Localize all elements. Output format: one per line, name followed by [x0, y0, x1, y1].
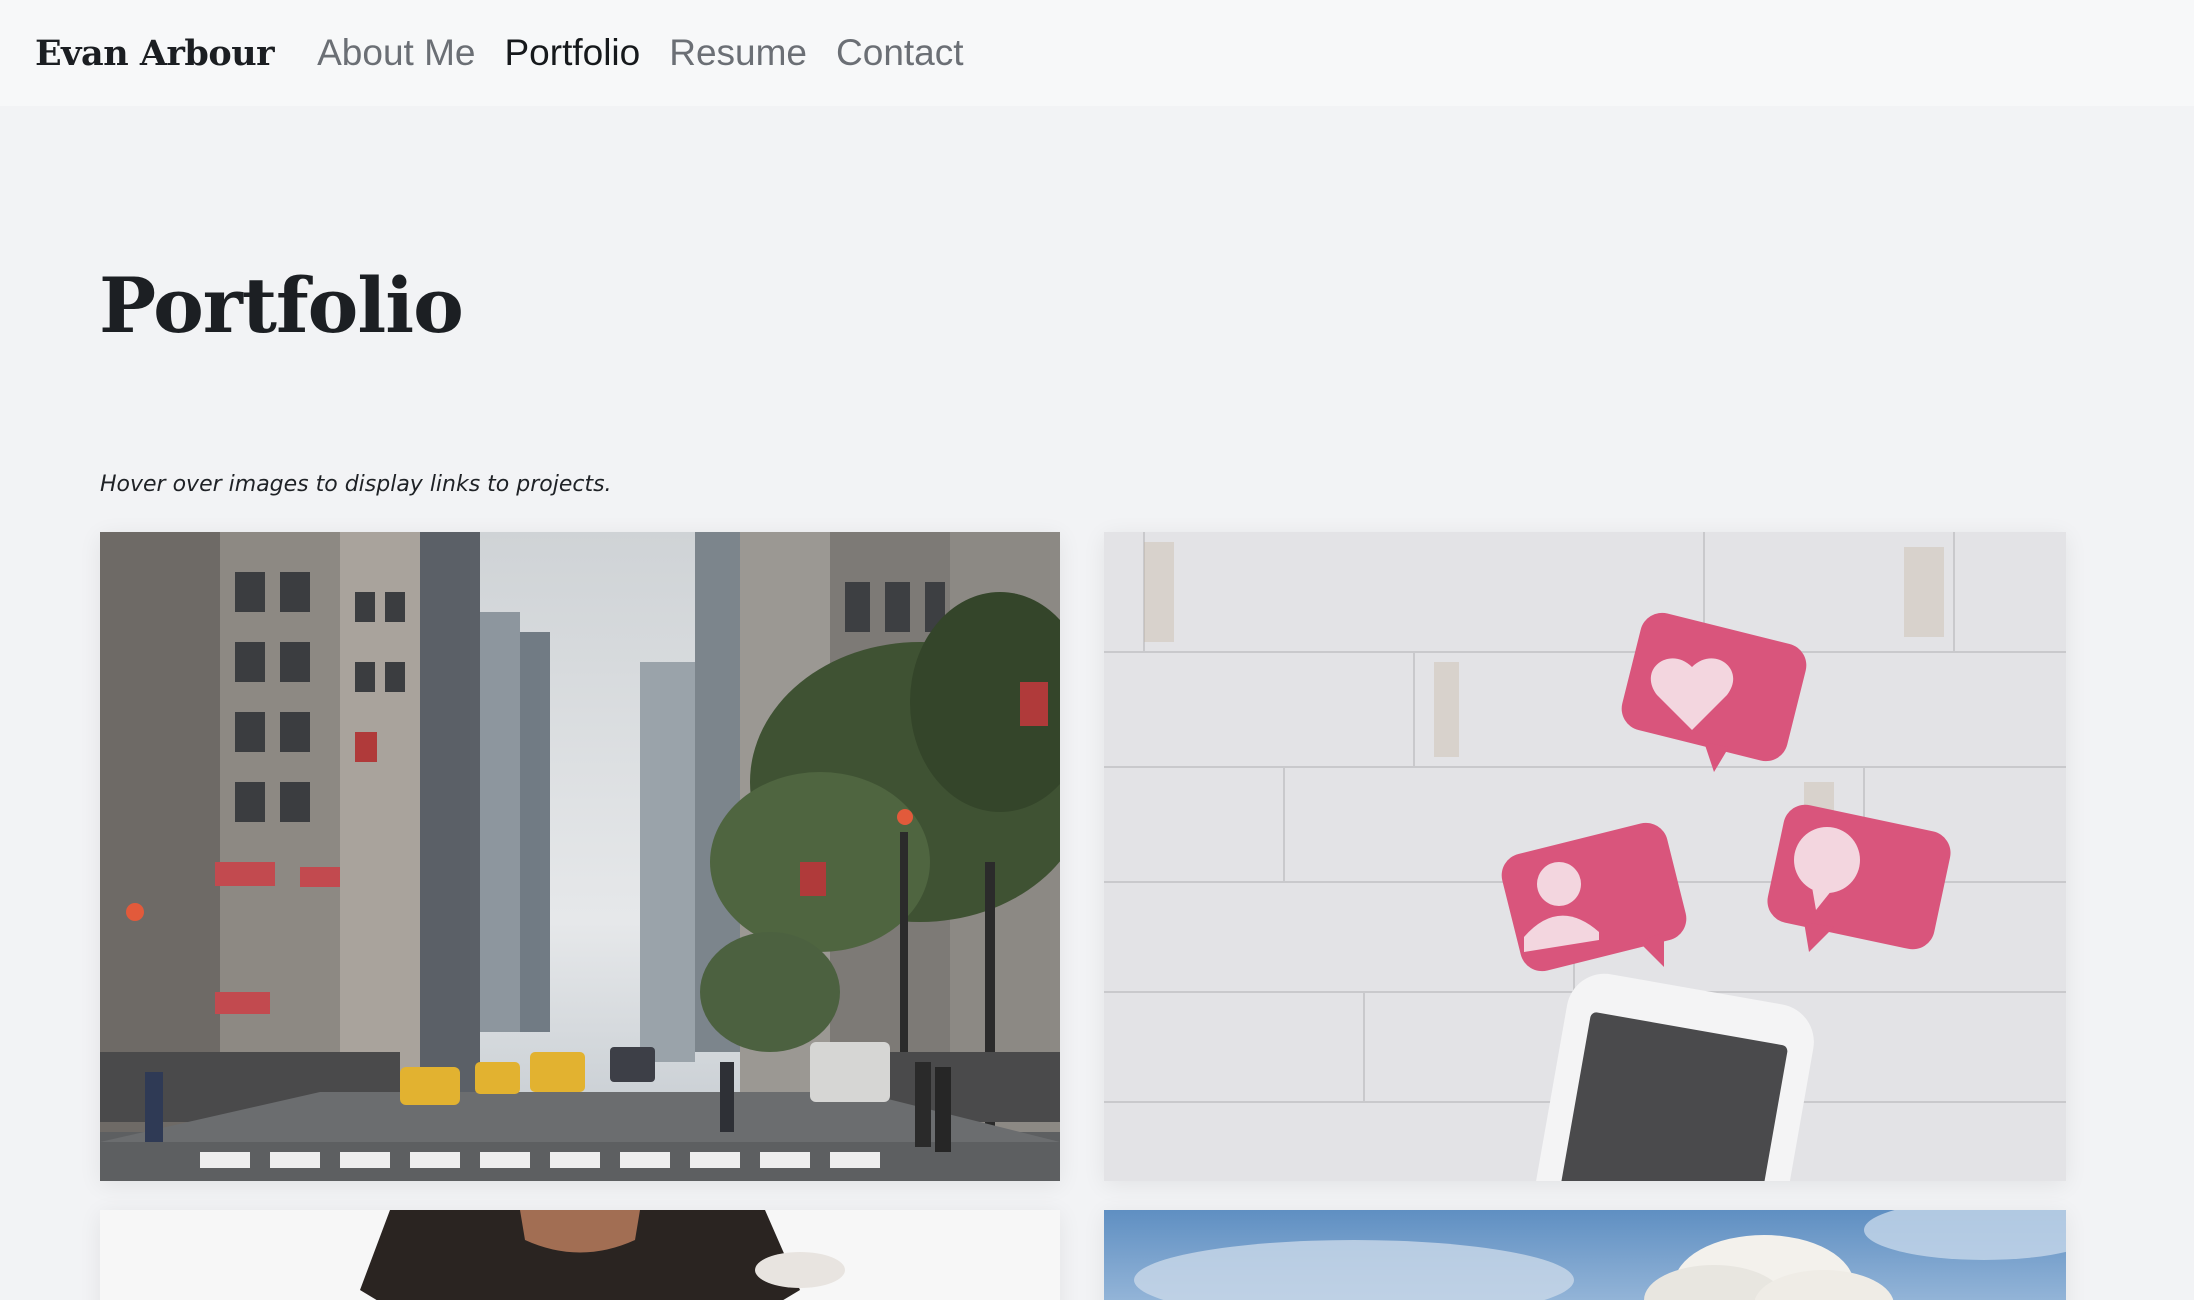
nav-link-about-me[interactable]: About Me [317, 32, 475, 74]
portfolio-tile-city-street[interactable] [100, 532, 1060, 1181]
city-street-image [100, 532, 1060, 1181]
portfolio-tile-social-media[interactable] [1104, 532, 2066, 1181]
site-brand[interactable]: Evan Arbour [35, 33, 275, 74]
nav-link-portfolio[interactable]: Portfolio [505, 32, 641, 74]
hover-hint-text: Hover over images to display links to pr… [100, 472, 612, 497]
social-media-image [1104, 532, 2066, 1181]
portfolio-tile-sky[interactable] [1104, 1210, 2066, 1300]
person-image [100, 1210, 1060, 1300]
nav-link-resume[interactable]: Resume [669, 32, 807, 74]
nav-link-contact[interactable]: Contact [836, 32, 964, 74]
page-title: Portfolio [99, 261, 464, 350]
nav-links: About Me Portfolio Resume Contact [317, 32, 963, 74]
top-navbar: Evan Arbour About Me Portfolio Resume Co… [0, 0, 2194, 106]
sky-image [1104, 1210, 2066, 1300]
portfolio-tile-person[interactable] [100, 1210, 1060, 1300]
